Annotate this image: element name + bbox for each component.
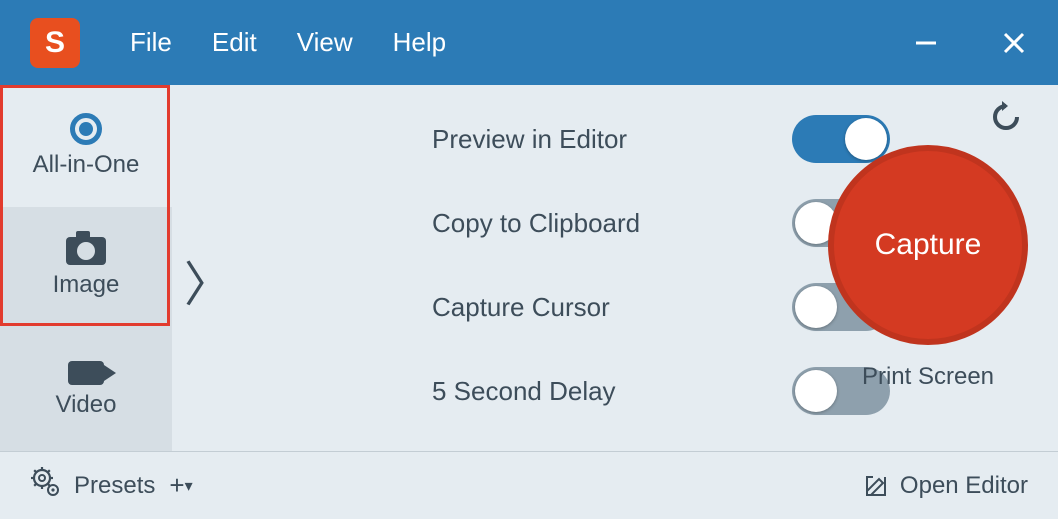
chevron-down-icon: ▾ [185,476,193,496]
capture-hotkey-label: Print Screen [862,363,994,391]
tab-label: All-in-One [33,151,140,179]
open-editor-label: Open Editor [900,472,1028,500]
main-menu: File Edit View Help [130,27,912,58]
edit-icon [864,474,888,498]
tab-label: Video [56,391,117,419]
plus-icon: + [169,470,184,501]
tab-video[interactable]: Video [0,329,172,451]
gear-icon [30,467,60,497]
option-label: Preview in Editor [432,124,792,155]
app-logo: S [30,18,80,68]
capture-area: Capture Print Screen [828,105,1028,391]
menu-view[interactable]: View [297,27,353,58]
window-controls [912,29,1028,57]
menu-help[interactable]: Help [393,27,446,58]
footer-left: Presets +▾ [30,467,193,504]
open-editor-button[interactable]: Open Editor [864,472,1028,500]
camera-icon [66,237,106,265]
target-icon [70,113,102,145]
close-button[interactable] [1000,29,1028,57]
menu-file[interactable]: File [130,27,172,58]
option-label: 5 Second Delay [432,376,792,407]
capture-button-label: Capture [875,228,982,262]
minimize-button[interactable] [912,29,940,57]
menu-edit[interactable]: Edit [212,27,257,58]
main-area: All-in-One Image Video 〉 Preview in Edit… [0,85,1058,451]
tab-label: Image [53,271,120,299]
titlebar: S File Edit View Help [0,0,1058,85]
option-label: Copy to Clipboard [432,208,792,239]
tab-all-in-one[interactable]: All-in-One [0,85,172,207]
option-label: Capture Cursor [432,292,792,323]
presets-button[interactable]: Presets [74,472,155,500]
settings-button[interactable] [30,467,60,504]
video-icon [68,361,104,385]
capture-button[interactable]: Capture [828,145,1028,345]
footer: Presets +▾ Open Editor [0,451,1058,519]
chevron-right-icon: 〉 [184,245,232,315]
mode-sidebar: All-in-One Image Video [0,85,172,451]
add-preset-button[interactable]: +▾ [169,470,192,501]
tab-image[interactable]: Image [0,207,172,329]
